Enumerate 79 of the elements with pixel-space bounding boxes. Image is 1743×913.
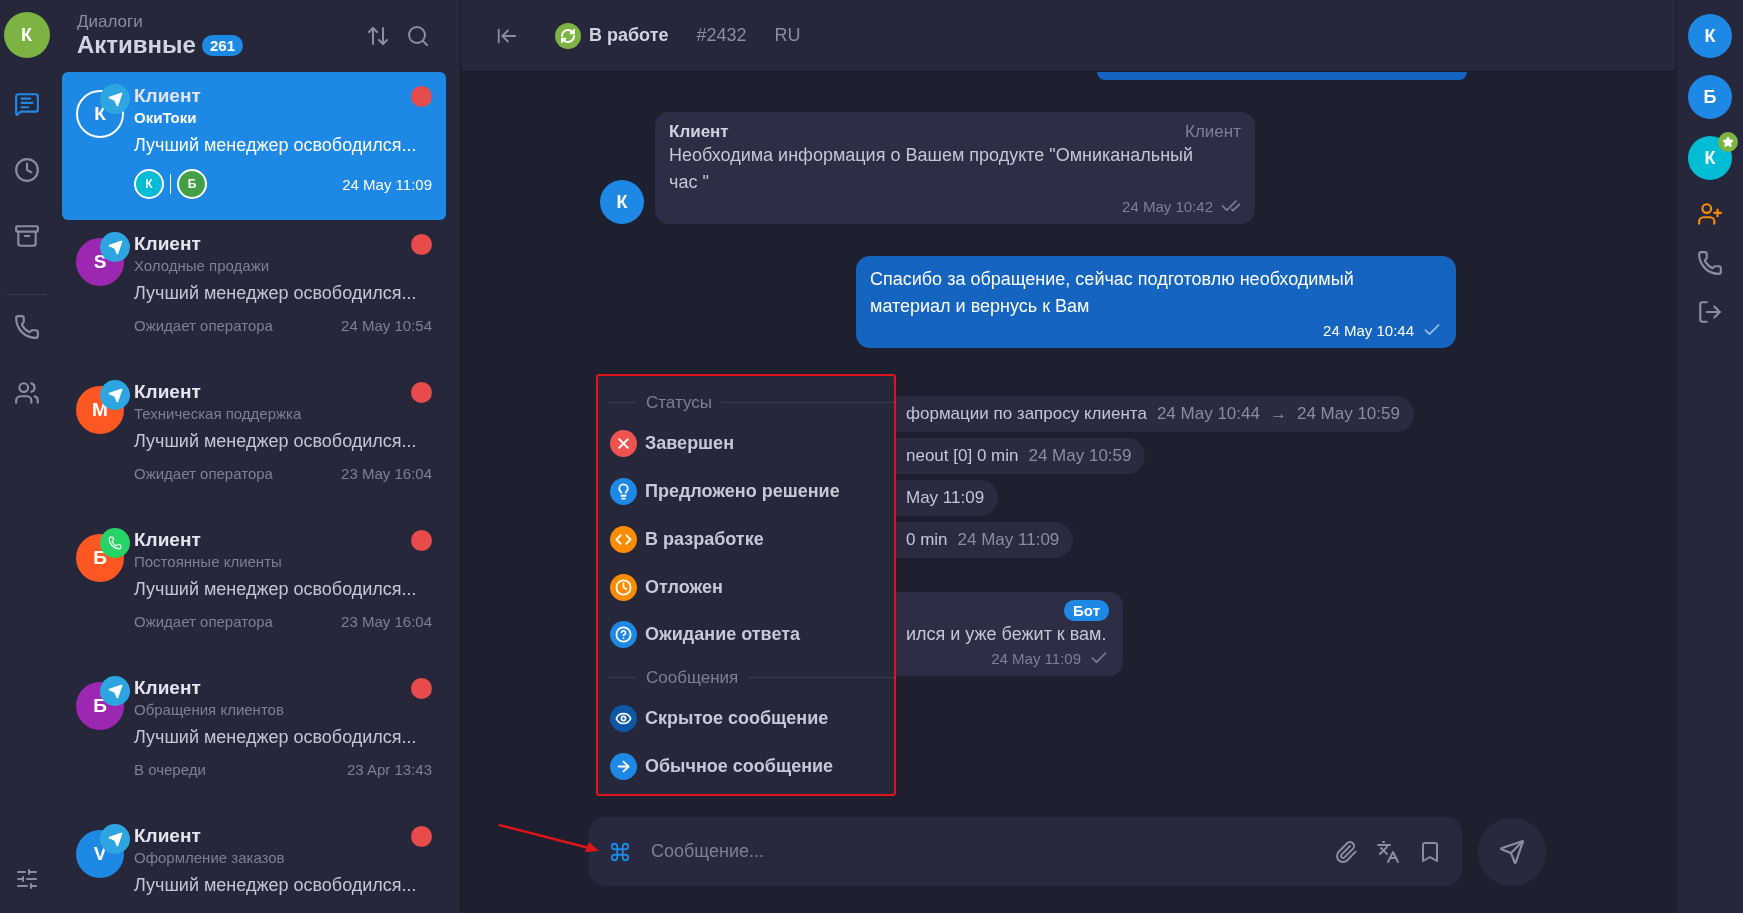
dialog-name: Клиент <box>134 528 201 552</box>
system-text: формации по запросу клиента <box>906 404 1147 424</box>
send-icon <box>1499 838 1525 865</box>
menu-item[interactable]: Отложен <box>608 563 894 611</box>
dialog-preview: Лучший менеджер освободился... <box>134 874 418 897</box>
participant-avatar: Б <box>177 169 207 199</box>
list-caption: Диалоги <box>77 13 144 31</box>
dialog-status[interactable]: В работе <box>589 25 669 46</box>
menu-section-title: Статусы <box>646 392 712 413</box>
ticket-number: #2432 <box>696 25 747 46</box>
dialog-item[interactable]: S Клиент Холодные продажи Лучший менеджер освободился... Ожидает оператора 24 May 10:54 <box>62 220 446 368</box>
message-time: 24 May 11:09 <box>991 649 1081 667</box>
dialog-time: 23 May 16:04 <box>341 613 432 630</box>
phone-icon[interactable] <box>1697 250 1723 276</box>
dialog-name: Клиент <box>134 824 201 848</box>
message-text: ился и уже бежит к вам. <box>906 623 1108 646</box>
client-avatar: К <box>600 180 644 224</box>
add-user-icon[interactable] <box>1697 201 1723 227</box>
system-text: 0 min <box>906 530 948 550</box>
system-text: 24 May 10:59 <box>1296 404 1400 424</box>
dialog-subtitle: Холодные продажи <box>134 256 271 276</box>
message-time: 24 May 10:44 <box>1323 321 1414 339</box>
dialog-name: Клиент <box>134 380 201 404</box>
dialog-preview: Лучший менеджер освободился... <box>134 726 418 749</box>
dialog-name: Клиент <box>134 232 201 256</box>
message-field[interactable]: Сообщение... <box>589 817 1462 886</box>
message-text: Необходима информация о Вашем продукте "Омниканальный час " <box>669 144 1195 194</box>
dialog-status: В очереди <box>134 761 206 778</box>
dialog-preview: Лучший менеджер освободился... <box>134 430 418 453</box>
menu-item[interactable]: Скрытое сообщение <box>608 694 894 743</box>
dialog-preview: Лучший менеджер освободился... <box>134 134 418 157</box>
translate-icon[interactable] <box>1376 839 1400 864</box>
menu-item[interactable]: В разработке <box>608 515 894 564</box>
dialog-name: Клиент <box>134 84 201 108</box>
dialog-item[interactable]: К Клиент ОкиТоки Лучший менеджер освободился... К Б 24 May 11:09 <box>62 72 446 220</box>
menu-section-title: Сообщения <box>646 667 739 688</box>
message-time: 24 May 10:42 <box>1122 197 1213 215</box>
dialog-status: Ожидает оператора <box>134 465 273 482</box>
dialog-name: Клиент <box>134 676 201 700</box>
dialog-subtitle: Обращения клиентов <box>134 700 285 720</box>
dialog-time: 23 Apr 13:43 <box>346 761 432 778</box>
logout-icon[interactable] <box>1697 299 1723 325</box>
dialog-item[interactable]: Б Клиент Постоянные клиенты Лучший менеджер освободился... Ожидает оператора 23 May 16:04 <box>62 516 446 664</box>
dialog-preview: Лучший менеджер освободился... <box>134 578 418 601</box>
dialog-time: 23 May 16:04 <box>341 465 432 482</box>
dialog-subtitle: ОкиТоки <box>134 108 198 128</box>
refresh-icon <box>555 22 581 49</box>
list-title: Активные <box>77 31 196 59</box>
paperclip-icon[interactable] <box>1334 839 1358 864</box>
dialog-status: Ожидает оператора <box>134 317 273 334</box>
member-avatar[interactable]: Б <box>1688 75 1732 119</box>
system-text: 24 May 10:44 <box>1156 404 1260 424</box>
bot-badge: Бот <box>1064 600 1109 621</box>
dialog-subtitle: Оформление заказов <box>134 848 286 868</box>
menu-item[interactable]: Обычное сообщение <box>608 742 894 790</box>
dialog-subtitle: Постоянные клиенты <box>134 552 283 572</box>
system-text: 24 May 11:09 <box>957 530 1060 550</box>
menu-item[interactable]: Предложено решение <box>608 467 894 516</box>
system-text: May 11:09 <box>906 488 985 508</box>
dialog-status: Ожидает оператора <box>134 613 273 630</box>
participant-avatar: К <box>134 169 164 199</box>
message-input[interactable]: Сообщение... <box>649 840 1316 863</box>
dialog-time: 24 May 10:54 <box>341 317 432 334</box>
dialog-subtitle: Техническая поддержка <box>134 404 303 424</box>
menu-item[interactable]: Завершен <box>608 419 894 468</box>
command-icon[interactable] <box>609 840 631 863</box>
author-role: Клиент <box>1185 122 1241 142</box>
dialog-time: 24 May 11:09 <box>342 175 432 193</box>
message-text: Спасибо за обращение, сейчас подготовлю необходимый материал и вернусь к Вам <box>870 268 1355 318</box>
dialog-preview: Лучший менеджер освободился... <box>134 282 418 305</box>
member-avatar[interactable]: К <box>1688 14 1732 58</box>
count-badge: 261 <box>201 34 243 56</box>
menu-item[interactable]: Ожидание ответа <box>608 610 894 659</box>
system-text: → <box>1269 404 1287 424</box>
language-code[interactable]: RU <box>774 25 801 46</box>
system-text: neout [0] 0 min <box>906 446 1019 466</box>
system-text: 24 May 10:59 <box>1028 446 1132 466</box>
message-author: Клиент <box>669 122 729 142</box>
dialog-item[interactable]: Б Клиент Обращения клиентов Лучший менеджер освободился... В очереди 23 Apr 13:43 <box>62 664 446 812</box>
